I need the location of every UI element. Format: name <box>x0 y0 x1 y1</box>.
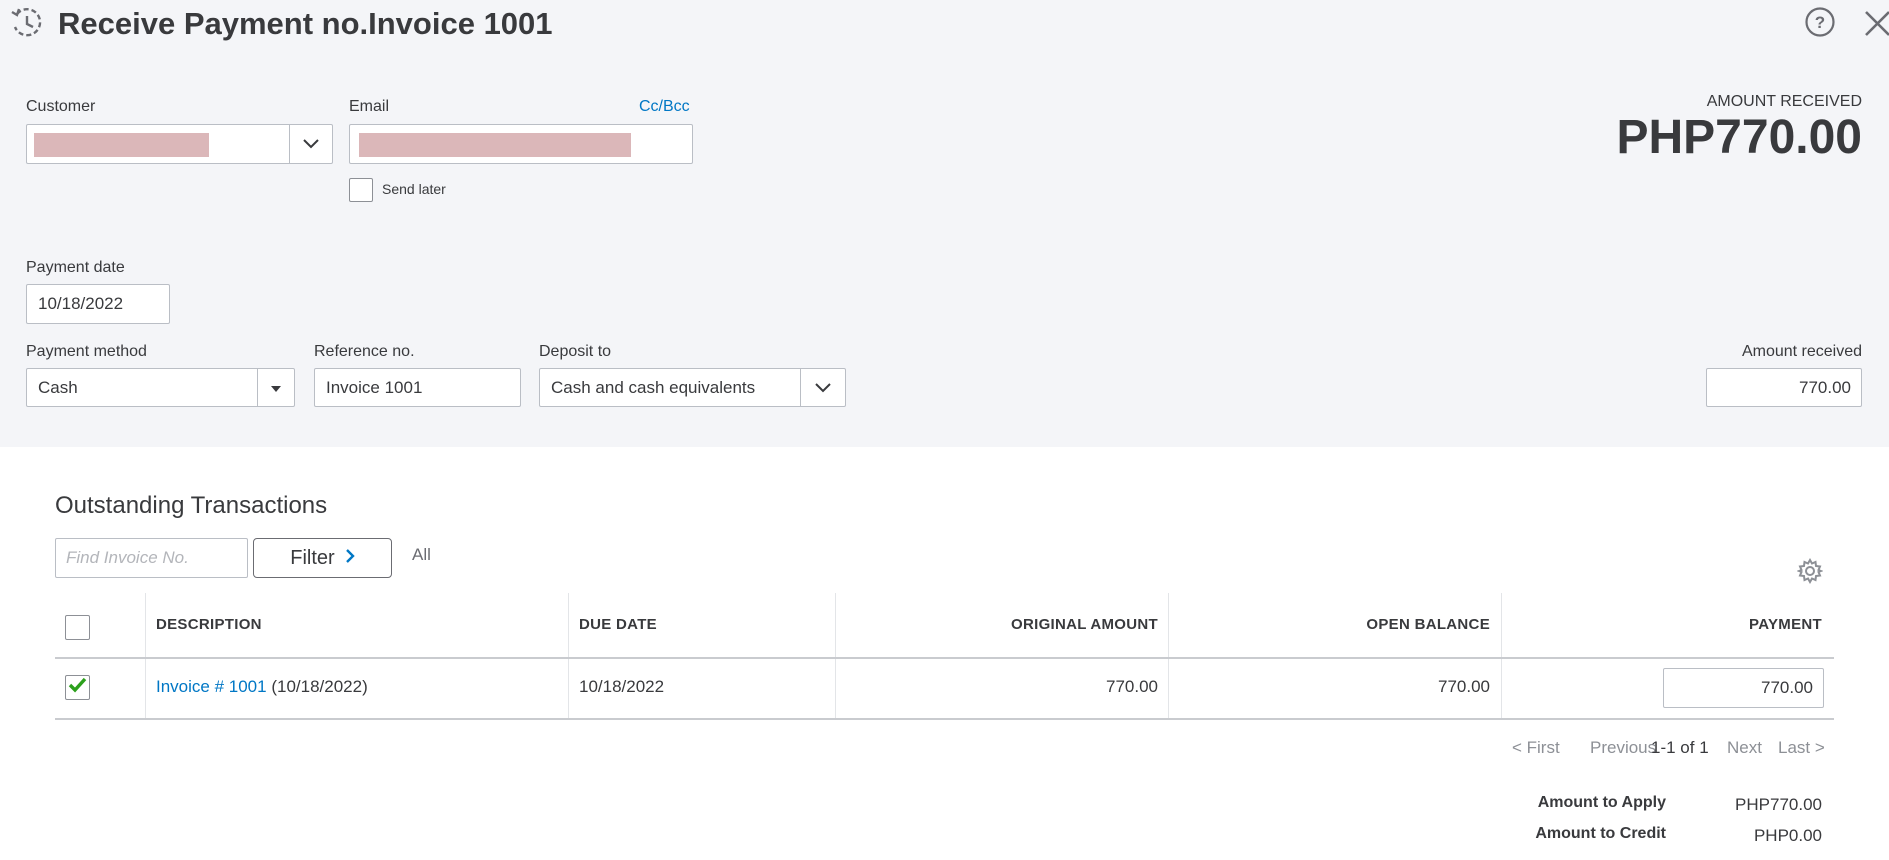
table-bottom-divider <box>55 718 1834 720</box>
checkmark-icon <box>68 677 87 698</box>
deposit-to-dropdown-button[interactable] <box>800 369 845 406</box>
col-divider <box>835 593 836 719</box>
payment-date-label: Payment date <box>26 259 125 276</box>
pager-previous[interactable]: Previous <box>1590 738 1656 758</box>
col-divider <box>145 593 146 719</box>
amount-to-credit-value: PHP0.00 <box>1753 826 1822 845</box>
pager-last[interactable]: Last > <box>1778 738 1825 758</box>
reference-field[interactable]: Invoice 1001 <box>314 368 521 407</box>
amount-received-value: 770.00 <box>1799 377 1851 397</box>
col-due-date[interactable]: DUE DATE <box>579 616 657 633</box>
chevron-right-icon <box>345 548 355 569</box>
amount-to-credit-label: Amount to Credit <box>1535 825 1666 842</box>
amount-received-label: Amount received <box>1741 343 1862 360</box>
invoice-link[interactable]: Invoice # 1001 <box>156 677 267 696</box>
invoice-date: (10/18/2022) <box>271 677 368 696</box>
row-open-balance: 770.00 <box>1438 677 1490 696</box>
caret-down-icon <box>270 378 282 398</box>
filter-button[interactable]: Filter <box>253 538 392 578</box>
all-filter-label: All <box>412 545 431 564</box>
deposit-to-label: Deposit to <box>539 343 612 360</box>
chevron-down-icon <box>815 378 831 398</box>
col-payment[interactable]: PAYMENT <box>1749 616 1822 633</box>
row-due-date: 10/18/2022 <box>579 677 665 696</box>
row-payment-input[interactable]: 770.00 <box>1663 668 1824 708</box>
row-original-amount: 770.00 <box>1106 677 1158 696</box>
select-all-checkbox[interactable] <box>65 615 90 640</box>
svg-text:?: ? <box>1815 13 1825 32</box>
row-checkbox[interactable] <box>65 675 90 700</box>
chevron-down-icon <box>303 134 319 154</box>
col-divider <box>568 593 569 719</box>
table-row-description: Invoice # 1001 (10/18/2022) <box>156 677 368 697</box>
deposit-to-select[interactable]: Cash and cash equivalents <box>539 368 846 407</box>
customer-select[interactable] <box>26 124 333 164</box>
gear-icon[interactable] <box>1796 557 1824 585</box>
email-label: Email <box>349 98 390 115</box>
table-header-divider <box>55 657 1834 659</box>
deposit-to-value: Cash and cash equivalents <box>551 377 756 397</box>
find-invoice-input[interactable] <box>55 538 248 578</box>
filter-label: Filter <box>290 546 335 569</box>
payment-method-select[interactable]: Cash <box>26 368 295 407</box>
send-later-label: Send later <box>382 181 446 197</box>
pager-next[interactable]: Next <box>1727 738 1762 758</box>
help-icon[interactable]: ? <box>1804 6 1836 38</box>
payment-method-value: Cash <box>38 377 78 397</box>
redacted-email <box>359 133 631 157</box>
page-title: Receive Payment no.Invoice 1001 <box>58 6 553 41</box>
outstanding-title: Outstanding Transactions <box>55 492 328 519</box>
amount-received-field[interactable]: 770.00 <box>1706 368 1862 407</box>
reference-label: Reference no. <box>314 343 415 360</box>
amount-to-apply-value: PHP770.00 <box>1735 795 1822 814</box>
pager-first[interactable]: < First <box>1512 738 1560 758</box>
col-divider <box>1501 593 1502 719</box>
col-open-balance[interactable]: OPEN BALANCE <box>1366 616 1490 633</box>
payment-method-label: Payment method <box>26 343 147 360</box>
col-description[interactable]: DESCRIPTION <box>156 616 262 633</box>
amount-received-heading: AMOUNT RECEIVED <box>1706 93 1862 110</box>
col-original-amount[interactable]: ORIGINAL AMOUNT <box>1011 616 1158 633</box>
amount-received-total: PHP770.00 <box>1616 111 1862 164</box>
pager-range: 1-1 of 1 <box>1651 738 1709 757</box>
payment-date-field[interactable]: 10/18/2022 <box>26 284 170 324</box>
redacted-customer-name <box>34 133 209 157</box>
customer-dropdown-button[interactable] <box>289 125 332 163</box>
payment-date-value: 10/18/2022 <box>38 294 124 313</box>
col-divider <box>1168 593 1169 719</box>
close-icon[interactable] <box>1862 8 1889 38</box>
row-payment-value: 770.00 <box>1761 678 1813 697</box>
history-icon[interactable] <box>10 6 44 40</box>
payment-method-dropdown-button[interactable] <box>257 369 294 406</box>
customer-label: Customer <box>26 98 96 115</box>
email-field[interactable] <box>349 124 693 164</box>
amount-to-apply-label: Amount to Apply <box>1537 794 1666 811</box>
send-later-checkbox[interactable] <box>349 178 373 202</box>
reference-value: Invoice 1001 <box>326 377 423 397</box>
cc-bcc-link[interactable]: Cc/Bcc <box>639 98 690 116</box>
